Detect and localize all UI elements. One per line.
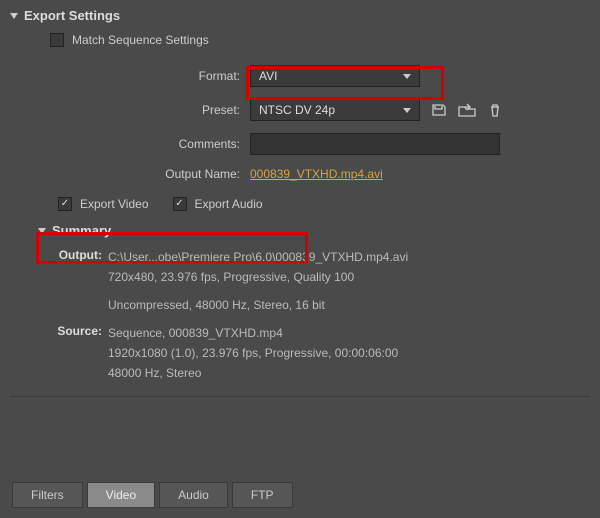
summary-header[interactable]: Summary bbox=[38, 223, 572, 238]
export-video-label: Export Video bbox=[80, 197, 149, 211]
export-audio-label: Export Audio bbox=[195, 197, 263, 211]
summary-source-label: Source: bbox=[56, 324, 108, 342]
tab-video[interactable]: Video bbox=[87, 482, 155, 508]
chevron-down-icon bbox=[403, 74, 411, 79]
summary-output-label: Output: bbox=[56, 248, 108, 266]
match-sequence-checkbox[interactable] bbox=[50, 33, 64, 47]
summary-title: Summary bbox=[52, 223, 111, 238]
comments-input[interactable] bbox=[250, 133, 500, 155]
export-settings-header[interactable]: Export Settings bbox=[10, 8, 590, 23]
summary-output-line2: 720x480, 23.976 fps, Progressive, Qualit… bbox=[108, 268, 354, 286]
format-value: AVI bbox=[259, 69, 277, 83]
summary-source-line2: 1920x1080 (1.0), 23.976 fps, Progressive… bbox=[108, 344, 398, 362]
format-label: Format: bbox=[10, 69, 250, 83]
preset-value: NTSC DV 24p bbox=[259, 103, 335, 117]
tab-audio[interactable]: Audio bbox=[159, 482, 228, 508]
preset-dropdown[interactable]: NTSC DV 24p bbox=[250, 99, 420, 121]
comments-label: Comments: bbox=[10, 137, 250, 151]
divider bbox=[10, 396, 590, 397]
summary-source-line1: Sequence, 000839_VTXHD.mp4 bbox=[108, 324, 283, 342]
delete-preset-icon[interactable] bbox=[486, 101, 504, 119]
output-name-link[interactable]: 000839_VTXHD.mp4.avi bbox=[250, 167, 383, 181]
tab-filters[interactable]: Filters bbox=[12, 482, 83, 508]
save-preset-icon[interactable] bbox=[430, 101, 448, 119]
summary-output-line3: Uncompressed, 48000 Hz, Stereo, 16 bit bbox=[108, 296, 325, 314]
match-sequence-label: Match Sequence Settings bbox=[72, 33, 209, 47]
summary-section: Summary Output: C:\User...obe\Premiere P… bbox=[38, 223, 572, 382]
tab-bar: Filters Video Audio FTP bbox=[12, 482, 293, 508]
chevron-down-icon bbox=[10, 13, 18, 19]
format-dropdown[interactable]: AVI bbox=[250, 65, 420, 87]
import-preset-icon[interactable] bbox=[458, 101, 476, 119]
summary-output-line1: C:\User...obe\Premiere Pro\6.0\000839_VT… bbox=[108, 248, 408, 266]
chevron-down-icon bbox=[38, 228, 46, 234]
section-title: Export Settings bbox=[24, 8, 120, 23]
tab-ftp[interactable]: FTP bbox=[232, 482, 293, 508]
export-audio-checkbox[interactable] bbox=[173, 197, 187, 211]
preset-label: Preset: bbox=[10, 103, 250, 117]
summary-source-line3: 48000 Hz, Stereo bbox=[108, 364, 201, 382]
export-video-checkbox[interactable] bbox=[58, 197, 72, 211]
chevron-down-icon bbox=[403, 108, 411, 113]
output-name-label: Output Name: bbox=[10, 167, 250, 181]
export-settings-panel: Export Settings Match Sequence Settings … bbox=[0, 0, 600, 518]
